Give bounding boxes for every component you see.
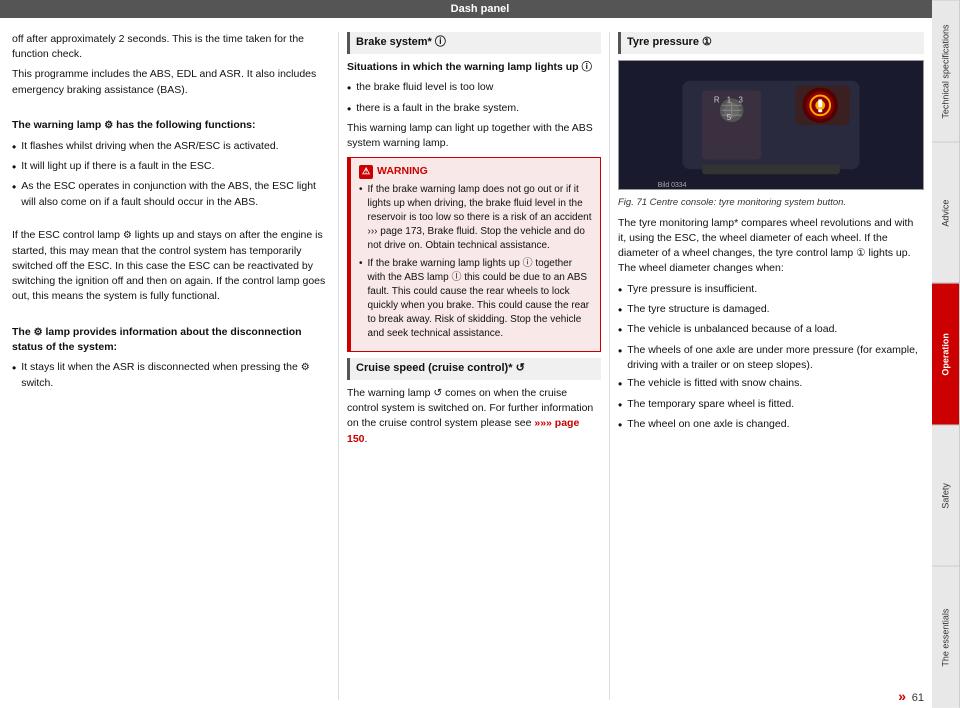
right-sidebar: Technical specifications Advice Operatio… bbox=[932, 0, 960, 708]
situations-icon: ⓘ bbox=[582, 61, 593, 73]
sidebar-tab-advice[interactable]: Advice bbox=[932, 142, 960, 284]
sidebar-tab-safety[interactable]: Safety bbox=[932, 425, 960, 567]
tyre-bullet-1: Tyre pressure is insufficient. bbox=[618, 282, 924, 299]
left-column: off after approximately 2 seconds. This … bbox=[0, 24, 338, 708]
dash-panel-title: Dash panel bbox=[451, 3, 510, 15]
right-column: Tyre pressure ① R 1 bbox=[610, 24, 932, 708]
sidebar-tab-operation[interactable]: Operation bbox=[932, 283, 960, 425]
top-bar-label: Dash panel bbox=[0, 0, 960, 18]
tyre-intro: The tyre monitoring lamp* compares wheel… bbox=[618, 216, 924, 277]
double-arrow: » bbox=[898, 688, 906, 704]
tyre-bullet-3: The vehicle is unbalanced because of a l… bbox=[618, 322, 924, 339]
brake-bullet-2: there is a fault in the brake system. bbox=[347, 101, 601, 118]
sidebar-tab-essentials[interactable]: The essentials bbox=[932, 566, 960, 708]
sidebar-tab-technical[interactable]: Technical specifications bbox=[932, 0, 960, 142]
warning-bullet-1: If the brake warning lamp does not go ou… bbox=[359, 183, 592, 253]
tyre-icon: ① bbox=[702, 36, 712, 48]
tyre-bullet-5: The vehicle is fitted with snow chains. bbox=[618, 376, 924, 393]
esc-para: If the ESC control lamp ⚙ lights up and … bbox=[12, 228, 326, 304]
tyre-bullet-4: The wheels of one axle are under more pr… bbox=[618, 343, 924, 373]
bullet-3: As the ESC operates in conjunction with … bbox=[12, 179, 326, 209]
fig-caption: Fig. 71 Centre console: tyre monitoring … bbox=[618, 196, 924, 210]
tyre-bullet-6: The temporary spare wheel is fitted. bbox=[618, 397, 924, 414]
warning-para: This warning lamp can light up together … bbox=[347, 121, 601, 151]
tyre-section-title: Tyre pressure ① bbox=[618, 32, 924, 54]
intro-text: off after approximately 2 seconds. This … bbox=[12, 32, 326, 62]
cruise-para: The warning lamp ↺ comes on when the cru… bbox=[347, 386, 601, 447]
page-number: 61 bbox=[912, 692, 924, 704]
lamp-info-title: The ⚙ lamp provides information about th… bbox=[12, 325, 326, 356]
svg-text:1: 1 bbox=[727, 95, 731, 104]
bullet-1: It flashes whilst driving when the ASR/E… bbox=[12, 139, 326, 156]
situations-title: Situations in which the warning lamp lig… bbox=[347, 60, 601, 75]
svg-text:Bild 0334: Bild 0334 bbox=[658, 182, 687, 189]
warning-icon: ⚠ bbox=[359, 165, 373, 179]
mid-column: Brake system* ⓘ Situations in which the … bbox=[339, 24, 609, 708]
brake-info-icon: ⓘ bbox=[435, 36, 446, 48]
warning-title: ⚠ WARNING bbox=[359, 164, 592, 179]
esc-icon: ⚙ bbox=[123, 230, 132, 241]
lamp-info-icon: ⚙ bbox=[34, 327, 43, 338]
main-content: off after approximately 2 seconds. This … bbox=[0, 24, 932, 708]
warning-lamp-icon: ⚙ bbox=[104, 120, 113, 131]
cruise-icon: ↺ bbox=[516, 362, 525, 374]
warning-lamp-title: The warning lamp ⚙ has the following fun… bbox=[12, 118, 326, 134]
cruise-lamp-icon: ↺ bbox=[433, 387, 442, 399]
warning-box: ⚠ WARNING If the brake warning lamp does… bbox=[347, 157, 601, 352]
tyre-bullet-7: The wheel on one axle is changed. bbox=[618, 417, 924, 434]
bullet-2: It will light up if there is a fault in … bbox=[12, 159, 326, 176]
svg-text:5: 5 bbox=[727, 113, 732, 122]
cruise-section-title: Cruise speed (cruise control)* ↺ bbox=[347, 358, 601, 380]
lamp-info-bullet-icon: ⚙ bbox=[301, 362, 310, 373]
warning-bullet-2: If the brake warning lamp lights up ⓘ to… bbox=[359, 257, 592, 341]
svg-text:R: R bbox=[714, 95, 720, 104]
tyre-intro-icon: ① bbox=[856, 247, 865, 259]
brake-bullet-1: the brake fluid level is too low bbox=[347, 80, 601, 97]
tyre-bullet-2: The tyre structure is damaged. bbox=[618, 302, 924, 319]
brake-section-title: Brake system* ⓘ bbox=[347, 32, 601, 54]
para1-text: This programme includes the ABS, EDL and… bbox=[12, 67, 326, 97]
svg-text:3: 3 bbox=[739, 95, 744, 104]
lamp-info-bullet: It stays lit when the ASR is disconnecte… bbox=[12, 360, 326, 391]
tyre-image: R 1 3 5 Bild 0334 bbox=[618, 60, 924, 190]
